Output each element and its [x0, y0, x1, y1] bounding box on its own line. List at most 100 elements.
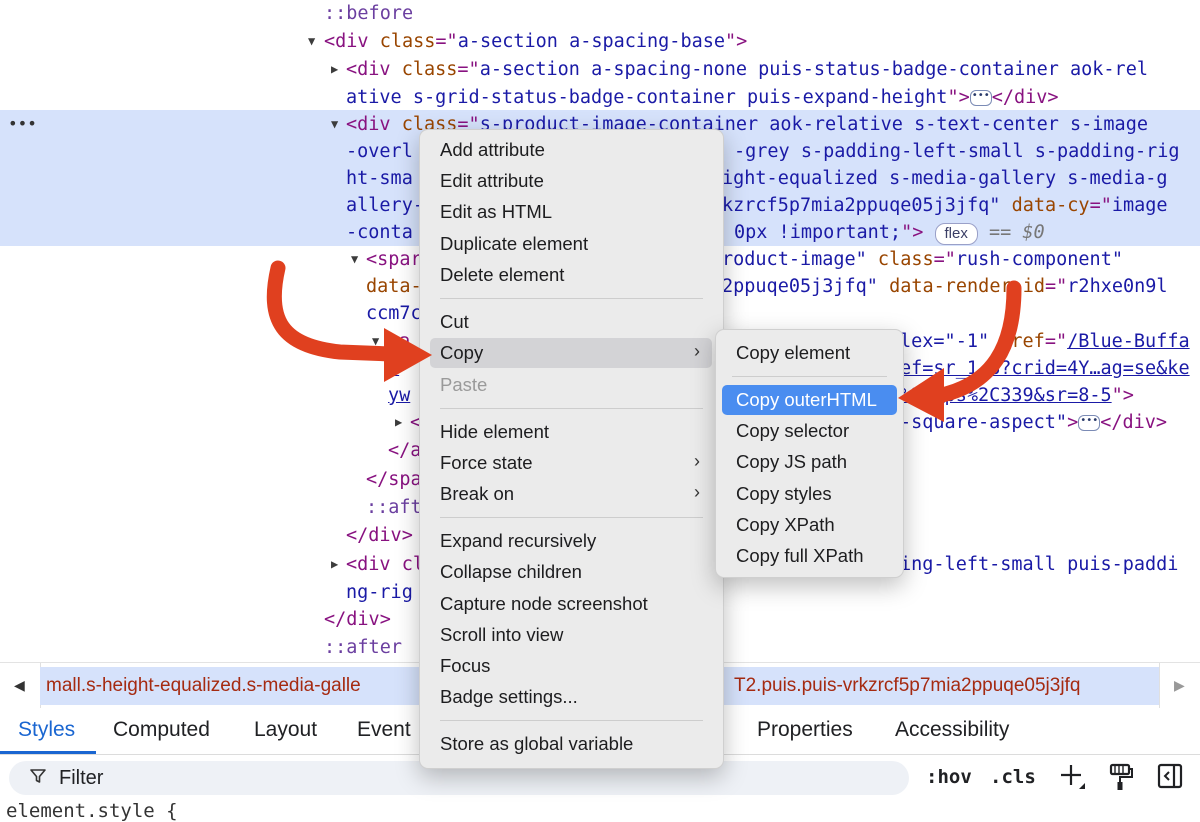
filter-placeholder: Filter [59, 767, 104, 789]
menu-separator [440, 298, 703, 299]
menu-item-scroll-into-view[interactable]: Scroll into view [430, 620, 712, 650]
element-style-rule: element.style { [6, 800, 178, 822]
breadcrumb-scroll-left[interactable]: ◀ [0, 663, 41, 709]
dom-line-fragment: ing-left-small puis-paddi [900, 554, 1179, 575]
dollar-zero-marker: == $0 [988, 222, 1045, 243]
ellipsis-badge[interactable]: ••• [1078, 415, 1101, 431]
dom-line-fragment: yw [388, 385, 411, 406]
menu-item-badge-settings[interactable]: Badge settings... [430, 682, 712, 712]
cls-toggle[interactable]: .cls [990, 766, 1036, 788]
plus-icon[interactable] [1058, 762, 1088, 798]
pseudo-after[interactable]: ::after [324, 634, 402, 661]
dom-node-status-badge[interactable]: <div class="a-section a-spacing-none pui… [346, 56, 1148, 83]
dom-close-a[interactable]: </a [388, 437, 421, 464]
sidebar-toggle-icon[interactable] [1156, 762, 1184, 796]
tab-computed[interactable]: Computed [113, 718, 210, 742]
dom-line-fragment: roduct-image" class="rush-component" [722, 249, 1123, 270]
menu-item-copy-full-xpath[interactable]: Copy full XPath [722, 541, 897, 571]
filter-funnel-icon [29, 767, 47, 791]
menu-item-copy[interactable]: Copy › [430, 338, 712, 368]
menu-item-capture-node-screenshot[interactable]: Capture node screenshot [430, 589, 712, 619]
menu-separator [732, 376, 887, 377]
menu-separator [440, 408, 703, 409]
dom-node-span[interactable]: <spar [366, 246, 422, 273]
chevron-left-icon: ◀ [14, 677, 25, 693]
breadcrumb-item[interactable]: T2.puis.puis-vrkzrcf5p7mia2ppuqe05j3jfq [734, 675, 1080, 697]
menu-item-copy-xpath[interactable]: Copy XPath [722, 510, 897, 540]
menu-separator [440, 720, 703, 721]
expand-triangle-icon[interactable]: ▶ [395, 409, 402, 436]
flex-badge[interactable]: flex [934, 223, 978, 245]
chevron-right-icon: › [694, 341, 700, 361]
menu-separator [440, 517, 703, 518]
dom-line-fragment: -conta [346, 222, 413, 243]
dom-line-fragment: %2Caps%2C339&sr=8-5"> [900, 385, 1134, 406]
tab-event-listeners[interactable]: Event [357, 718, 411, 742]
menu-item-hide-element[interactable]: Hide element [430, 417, 712, 447]
expand-triangle-icon[interactable]: ▶ [331, 56, 338, 83]
menu-item-delete-element[interactable]: Delete element [430, 260, 712, 290]
collapse-triangle-icon[interactable]: ▼ [331, 111, 338, 138]
hov-toggle[interactable]: :hov [926, 766, 972, 788]
chevron-right-icon: › [694, 451, 700, 471]
dom-line-fragment: -grey s-padding-left-small s-padding-rig [734, 141, 1180, 162]
breadcrumb-item[interactable]: mall.s-height-equalized.s-media-galle [46, 675, 361, 697]
dom-line-fragment: ccm7c [366, 303, 422, 324]
paint-roller-icon[interactable] [1108, 762, 1134, 798]
menu-item-copy-styles[interactable]: Copy styles [722, 479, 897, 509]
node-actions-dots[interactable]: ••• [8, 110, 37, 137]
menu-item-add-attribute[interactable]: Add attribute [430, 135, 712, 165]
dom-close-div[interactable]: </div> [346, 522, 413, 549]
chevron-right-icon: › [694, 482, 700, 502]
dom-line-fragment: -overl [346, 141, 413, 162]
menu-item-paste: Paste [440, 374, 488, 395]
dom-node-div-sibling[interactable]: <div cl [346, 551, 424, 578]
dom-line-fragment: allery- [346, 195, 424, 216]
tab-layout[interactable]: Layout [254, 718, 317, 742]
dom-line-fragment: lex="-1" href="/Blue-Buffa [900, 331, 1190, 352]
dom-line-fragment: ng-rig [346, 582, 413, 603]
dom-line-fragment: ef=sr_1_8?crid=4Y…ag=se&ke [900, 358, 1190, 379]
menu-item-collapse-children[interactable]: Collapse children [430, 557, 712, 587]
dom-line-fragment: … [388, 358, 400, 379]
copy-submenu: Copy element Copy outerHTML Copy selecto… [715, 329, 904, 578]
dom-line-fragment: data- [366, 276, 422, 297]
collapse-triangle-icon[interactable]: ▼ [351, 246, 358, 273]
context-menu: Add attribute Edit attribute Edit as HTM… [419, 129, 724, 769]
dom-line-fragment: ight-equalized s-media-gallery s-media-g [722, 168, 1168, 189]
tab-styles[interactable]: Styles [18, 718, 75, 742]
menu-item-copy-selector[interactable]: Copy selector [722, 416, 897, 446]
menu-item-duplicate-element[interactable]: Duplicate element [430, 229, 712, 259]
dom-node-a-section[interactable]: <div class="a-section a-spacing-base"> [324, 28, 747, 55]
dom-node-a[interactable]: <a [388, 328, 410, 355]
ellipsis-badge[interactable]: ••• [969, 90, 992, 106]
menu-item-copy-element[interactable]: Copy element [722, 338, 897, 368]
menu-item-focus[interactable]: Focus [430, 651, 712, 681]
tab-properties[interactable]: Properties [757, 718, 853, 742]
menu-item-copy-js-path[interactable]: Copy JS path [722, 447, 897, 477]
menu-item-copy-outerhtml[interactable]: Copy outerHTML [722, 385, 897, 415]
dom-node-status-badge-cont[interactable]: ative s-grid-status-badge-container puis… [346, 84, 1059, 111]
dom-line-fragment: kzrcf5p7mia2ppuqe05j3jfq" data-cy="image [722, 195, 1168, 216]
expand-triangle-icon[interactable]: ▶ [331, 551, 338, 578]
active-tab-underline [0, 751, 96, 754]
pseudo-after[interactable]: ::aft [366, 494, 422, 521]
pseudo-before[interactable]: ::before [324, 0, 413, 27]
tab-accessibility[interactable]: Accessibility [895, 718, 1009, 742]
collapse-triangle-icon[interactable]: ▼ [372, 328, 379, 355]
dom-line-fragment: -square-aspect"> ••• </div> [900, 412, 1168, 433]
chevron-right-icon: ▶ [1174, 677, 1185, 693]
dom-line-fragment: 0px !important;"> flex == $0 [734, 222, 1045, 245]
menu-item-force-state[interactable]: Force state › [430, 448, 712, 478]
collapse-triangle-icon[interactable]: ▼ [308, 28, 315, 55]
dom-close-span[interactable]: </spa [366, 466, 422, 493]
menu-item-expand-recursively[interactable]: Expand recursively [430, 526, 712, 556]
breadcrumb-scroll-right[interactable]: ▶ [1159, 663, 1200, 709]
menu-item-break-on[interactable]: Break on › [430, 479, 712, 509]
menu-item-edit-attribute[interactable]: Edit attribute [430, 166, 712, 196]
dom-close-div[interactable]: </div> [324, 606, 391, 633]
menu-item-cut[interactable]: Cut [430, 307, 712, 337]
dom-line-fragment: 2ppuqe05j3jfq" data-render-id="r2hxe0n9l [722, 276, 1168, 297]
menu-item-store-as-global-variable[interactable]: Store as global variable [430, 729, 712, 759]
menu-item-edit-as-html[interactable]: Edit as HTML [430, 197, 712, 227]
